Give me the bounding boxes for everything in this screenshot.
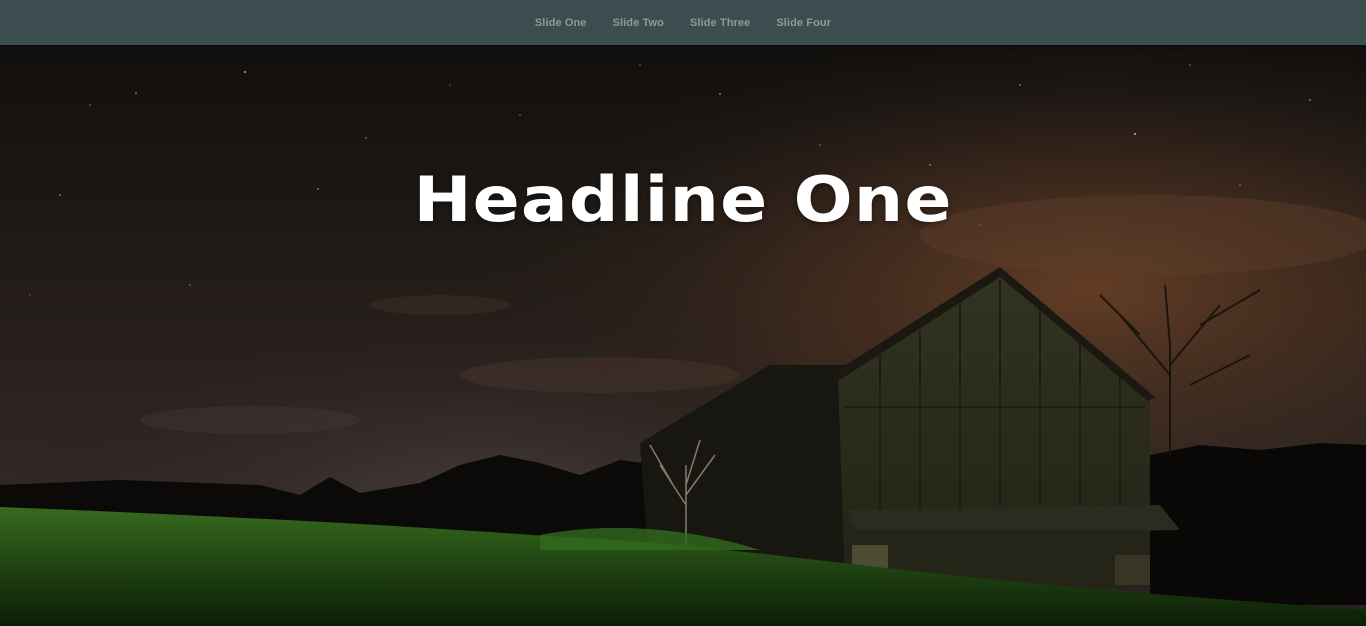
nav-link-slide-one[interactable]: Slide One [535, 17, 587, 29]
slide-headline: Headline One [413, 163, 953, 236]
nav-link-slide-two[interactable]: Slide Two [613, 17, 664, 29]
top-navbar: Slide One Slide Two Slide Three Slide Fo… [0, 0, 1366, 45]
nav-link-slide-four[interactable]: Slide Four [776, 17, 831, 29]
slide-nav: Slide One Slide Two Slide Three Slide Fo… [0, 0, 1366, 45]
barn-night-background-image [0, 45, 1366, 626]
hero-slide: Headline One [0, 45, 1366, 626]
nav-link-slide-three[interactable]: Slide Three [690, 17, 750, 29]
